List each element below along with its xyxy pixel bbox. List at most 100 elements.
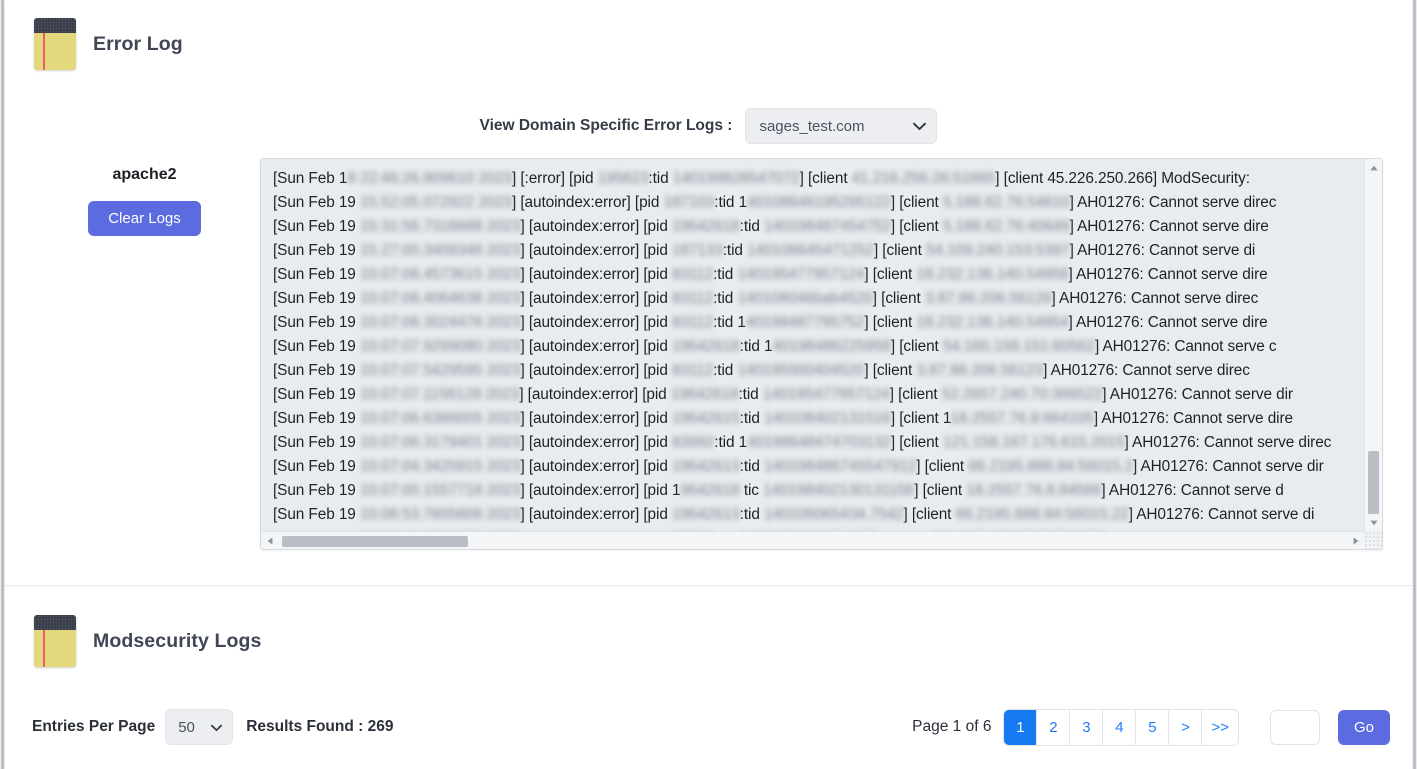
log-text-segment: ] [client [890,338,943,355]
error-log-lines-container: [Sun Feb 19 22:46:26.809610 2023] [:erro… [261,159,1364,531]
scroll-up-arrow-icon[interactable] [1365,159,1382,176]
log-text-segment: [Sun Feb 19 [273,194,360,211]
log-text-segment: ] [client [903,506,956,523]
scroll-down-arrow-icon[interactable] [1365,514,1382,531]
log-redacted-pid: 195623 [597,170,649,187]
error-log-body: apache2 Clear Logs [Sun Feb 19 22:46:26.… [5,158,1412,550]
modsecurity-footer-controls: Entries Per Page 50 Results Found : 269 … [5,705,1412,749]
go-button[interactable]: Go [1337,709,1390,745]
log-text-segment: :tid 1 [713,314,746,331]
log-redacted-date: 10:07:04.3425915 2023 [359,458,521,475]
log-text-segment: [Sun Feb 19 [273,434,360,451]
horizontal-scrollbar-thumb[interactable] [282,536,468,547]
log-text-segment: [Sun Feb 19 [273,410,360,427]
log-text-segment: ] [client 1 [890,410,951,427]
log-text-segment: ] AH01276: Cannot serve dire [1068,314,1268,331]
log-redacted-pid: 83112 [671,290,714,307]
log-redacted-tid: 140106645471252 [747,242,874,259]
log-redacted-tid: 140199828547072 [672,170,800,187]
log-text-segment: ] [autoindex:error] [pid [512,194,664,211]
log-redacted-pid: 83112 [671,362,714,379]
log-line: [Sun Feb 19 10:07:07.9299080 2023] [auto… [273,335,1364,359]
log-text-segment: [Sun Feb 19 [273,242,360,259]
log-text-segment: :tid [713,290,738,307]
log-text-segment: [Sun Feb 19 [273,482,360,499]
log-text-segment: [Sun Feb 19 [273,362,360,379]
log-redacted-client: 3.87.86.206.56129 [924,290,1052,307]
log-text-segment: ] [client [799,170,852,187]
log-text-segment: ] [client 45.226.250.266] ModSecurity: [995,170,1250,187]
log-text-segment: ] [autoindex:error] [pid [520,266,672,283]
log-redacted-date: 10:07:08.4573615 2023 [359,266,521,283]
log-redacted-pid: 19642615 [671,410,740,427]
log-text-segment: ] [autoindex:error] [pid [520,506,672,523]
log-text-segment: [Sun Feb 19 [273,290,360,307]
error-log-card: Error Log View Domain Specific Error Log… [5,0,1412,586]
notepad-icon-band [34,18,76,33]
log-redacted-client: 121.158.167.176.615.2015 [942,434,1125,451]
pagination-button-2[interactable]: 2 [1037,709,1071,745]
log-redacted-tid: 140198402130131156 [763,482,915,499]
log-text-segment: :tid 1 [739,338,773,355]
log-text-segment: ] [autoindex:error] [pid [520,242,672,259]
log-text-segment: ] AH01276: Cannot serve dire [1069,218,1269,235]
pagination-button-5[interactable]: 5 [1136,709,1170,745]
log-text-segment: [Sun Feb 19 [273,458,360,475]
log-redacted-date: 10:07:07.1156128 2023 [359,386,520,403]
log-redacted-pid: 83992 [671,434,715,451]
log-redacted-date: 10:07:08.3024476 2023 [359,314,521,331]
log-redacted-tid: 140198487454752 [763,218,891,235]
notepad-icon [34,18,76,70]
entries-per-page-wrap[interactable]: 50 [165,709,234,745]
log-text-segment: ] [client [873,242,926,259]
log-text-segment: ] [client [864,362,917,379]
log-text-segment: :tid [739,410,764,427]
log-text-segment: ] AH01276: Cannot serve dir [1133,458,1324,475]
log-redacted-client: 3.87.86.206.56123 [916,362,1044,379]
server-name-label: apache2 [112,166,177,183]
log-line: [Sun Feb 19 10:07:00.1557718 2023] [auto… [273,479,1364,503]
log-redacted-tid: 140195477957124 [762,386,890,403]
log-text-segment: ] [client [872,290,925,307]
log-text-segment: ] [autoindex:error] [pid [520,338,672,355]
log-text-segment: ] [client [890,194,943,211]
clear-logs-button[interactable]: Clear Logs [88,201,201,236]
log-redacted-pid: 19642613 [671,458,740,475]
error-log-vertical-scrollbar[interactable] [1364,159,1382,531]
entries-per-page-select[interactable]: 50 [165,709,234,745]
scroll-right-arrow-icon[interactable] [1347,532,1364,549]
log-text-segment: ] [autoindex:error] [pid [520,434,672,451]
pagination-area: Page 1 of 6 1 2 3 4 5 > >> Go [912,709,1390,745]
pagination-button-next[interactable]: > [1169,709,1203,745]
log-redacted-client: 5.188.62.76:54610 [942,194,1070,211]
log-text-segment: ] [autoindex:error] [pid [520,458,672,475]
pagination-button-1[interactable]: 1 [1004,709,1038,745]
log-text-segment: [Sun Feb 1 [273,170,348,187]
log-text-segment: ] [client [864,314,917,331]
goto-page-input[interactable] [1269,709,1320,745]
page-title: Error Log [93,32,183,55]
log-text-segment: ] AH01276: Cannot serve c [1094,338,1277,355]
log-line: [Sun Feb 19 10:06:53.7605806 2023] [auto… [273,503,1364,527]
scroll-left-arrow-icon[interactable] [261,532,278,549]
log-redacted-client: 18.2557.76.8.84566 [966,482,1102,499]
domain-select-wrap[interactable]: sages_test.com [745,108,938,144]
domain-select[interactable]: sages_test.com [745,108,938,144]
log-redacted-date: 10:07:08.4064638 2023 [359,290,521,307]
log-text-segment: ] [client [890,434,943,451]
log-text-segment: ] [client [916,458,969,475]
error-log-horizontal-scrollbar[interactable] [261,531,1364,549]
log-redacted-pid: 19642613 [671,506,740,523]
error-log-viewer[interactable]: [Sun Feb 19 22:46:26.809610 2023] [:erro… [260,158,1383,550]
page-right-edge-rail[interactable] [1412,0,1417,769]
pagination-button-3[interactable]: 3 [1070,709,1104,745]
log-text-segment: [Sun Feb 19 [273,314,360,331]
log-text-segment: :tid [713,266,738,283]
log-text-segment: :tid [739,218,764,235]
pagination-button-nextnext[interactable]: >> [1202,709,1238,745]
server-controls: apache2 Clear Logs [34,158,255,550]
log-text-segment: [Sun Feb 19 [273,338,360,355]
log-text-segment: ] [:error] [pid [512,170,598,187]
pagination-button-4[interactable]: 4 [1103,709,1137,745]
log-text-segment: ] [autoindex:error] [pid [520,314,672,331]
